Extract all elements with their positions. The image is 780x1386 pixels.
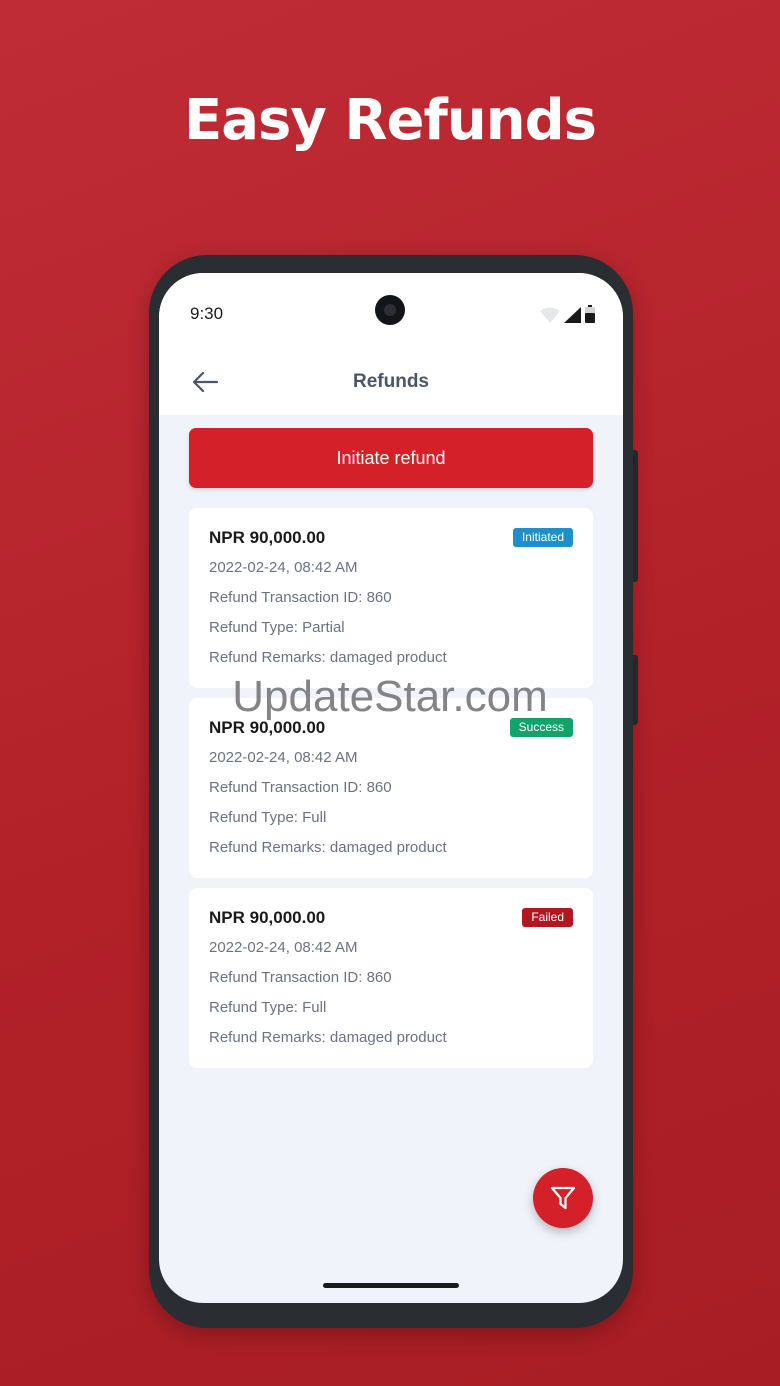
refund-transaction-id: Refund Transaction ID: 860	[209, 779, 392, 796]
status-icons	[540, 305, 595, 323]
refund-type: Refund Type: Partial	[209, 619, 345, 636]
refund-amount: NPR 90,000.00	[209, 528, 326, 547]
filter-icon	[550, 1186, 576, 1210]
app-bar: Refunds	[159, 353, 623, 415]
status-bar: 9:30	[159, 273, 623, 353]
refund-datetime: 2022-02-24, 08:42 AM	[209, 939, 358, 956]
refund-amount: NPR 90,000.00	[209, 718, 326, 737]
phone-screen: 9:30 Refunds Initiate refund NPR 90,000.…	[159, 273, 623, 1303]
refund-amount: NPR 90,000.00	[209, 908, 326, 927]
refund-remarks: Refund Remarks: damaged product	[209, 649, 447, 666]
refund-transaction-id: Refund Transaction ID: 860	[209, 969, 392, 986]
refund-datetime: 2022-02-24, 08:42 AM	[209, 749, 358, 766]
refund-datetime: 2022-02-24, 08:42 AM	[209, 559, 358, 576]
promo-headline: Easy Refunds	[184, 88, 597, 153]
filter-button[interactable]	[533, 1168, 593, 1228]
refund-card[interactable]: NPR 90,000.00 Failed 2022-02-24, 08:42 A…	[189, 888, 593, 1068]
status-badge: Failed	[522, 908, 573, 927]
phone-frame: 9:30 Refunds Initiate refund NPR 90,000.…	[149, 255, 638, 1328]
signal-icon	[564, 307, 581, 323]
refund-card[interactable]: NPR 90,000.00 Initiated 2022-02-24, 08:4…	[189, 508, 593, 688]
initiate-refund-button[interactable]: Initiate refund	[189, 428, 593, 488]
battery-icon	[585, 305, 595, 323]
power-button	[633, 655, 638, 725]
home-indicator[interactable]	[323, 1283, 459, 1288]
status-time: 9:30	[190, 304, 224, 323]
page-title: Refunds	[353, 371, 429, 392]
front-camera	[375, 295, 405, 325]
refund-type: Refund Type: Full	[209, 809, 327, 826]
refund-remarks: Refund Remarks: damaged product	[209, 839, 447, 856]
status-badge: Success	[509, 718, 573, 737]
refund-transaction-id: Refund Transaction ID: 860	[209, 589, 392, 606]
refund-remarks: Refund Remarks: damaged product	[209, 1029, 447, 1046]
refund-card[interactable]: NPR 90,000.00 Success 2022-02-24, 08:42 …	[189, 698, 593, 878]
wifi-icon	[540, 307, 560, 323]
volume-button	[633, 450, 638, 582]
status-badge: Initiated	[512, 528, 573, 547]
refund-type: Refund Type: Full	[209, 999, 327, 1016]
